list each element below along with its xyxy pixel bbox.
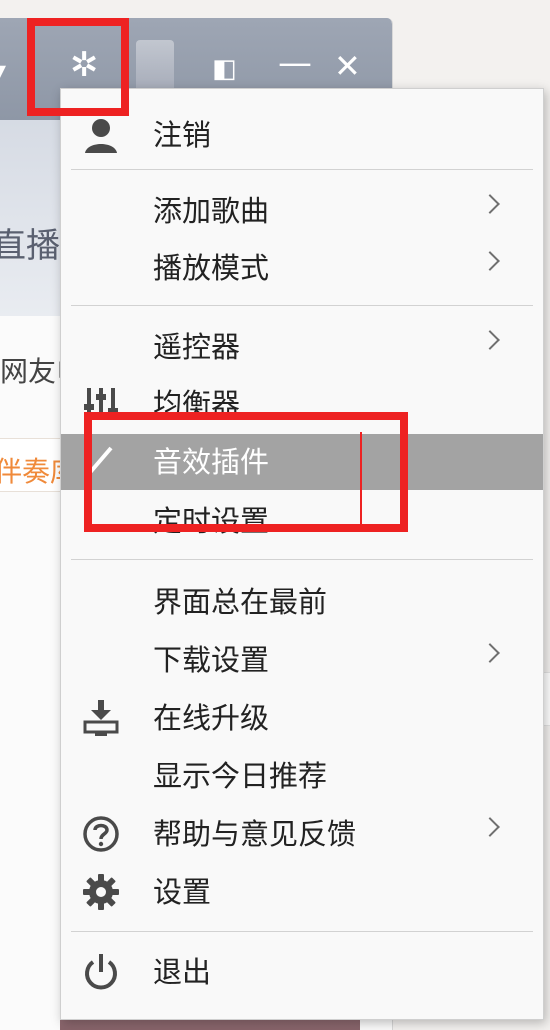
menu-item-logout[interactable]: 注销: [61, 107, 543, 163]
menu-item-always-on-top[interactable]: 界面总在最前: [61, 574, 543, 630]
menu-item-equalizer[interactable]: 均衡器: [61, 376, 543, 432]
partial-titlebar-icon[interactable]: ▾: [0, 58, 6, 82]
equalizer-icon: [81, 384, 121, 424]
menu-item-label: 音效插件: [153, 445, 270, 479]
logout-user-icon: [81, 115, 121, 155]
menu-item-label: 帮助与意见反馈: [153, 817, 357, 851]
plugin-check-icon: [81, 442, 121, 482]
menu-item-label: 下载设置: [153, 643, 270, 677]
menu-separator: [71, 305, 533, 306]
mini-player-icon[interactable]: [136, 40, 174, 92]
menu-item-settings[interactable]: 设置: [61, 864, 543, 920]
menu-item-label: 均衡器: [153, 387, 241, 421]
menu-item-label: 界面总在最前: [153, 585, 328, 619]
chevron-right-icon: [480, 817, 500, 837]
gear-icon[interactable]: ✲: [70, 48, 99, 82]
menu-separator: [71, 559, 533, 560]
menu-item-label: 显示今日推荐: [153, 759, 328, 793]
menu-item-label: 在线升级: [153, 701, 270, 735]
menu-item-label: 注销: [153, 118, 212, 152]
menu-item-sound-effects-plugin[interactable]: 音效插件: [61, 434, 543, 490]
minimize-icon[interactable]: —: [278, 46, 312, 80]
live-tab-label[interactable]: 直播: [0, 218, 60, 267]
menu-item-label: 设置: [153, 875, 212, 909]
chevron-right-icon: [480, 330, 500, 350]
dock-icon[interactable]: ◧: [212, 56, 237, 82]
menu-item-download-settings[interactable]: 下载设置: [61, 632, 543, 688]
menu-item-label: 遥控器: [153, 330, 241, 364]
menu-item-label: 定时设置: [153, 504, 270, 538]
menu-item-exit[interactable]: 退出: [61, 944, 543, 1000]
chevron-right-icon: [480, 251, 500, 271]
menu-item-add-songs[interactable]: 添加歌曲: [61, 183, 543, 239]
menu-separator: [71, 169, 533, 170]
settings-menu: 注销 添加歌曲 播放模式 遥控器 均衡器 音效插件 定时设置 界面总在最前 下载…: [60, 88, 544, 1020]
close-icon[interactable]: ✕: [334, 50, 361, 82]
menu-item-online-upgrade[interactable]: 在线升级: [61, 690, 543, 746]
menu-item-label: 退出: [153, 955, 212, 989]
help-icon: [81, 814, 121, 854]
menu-item-label: 播放模式: [153, 251, 270, 285]
power-icon: [81, 952, 121, 992]
annotation-line: [360, 432, 362, 524]
chevron-right-icon: [480, 643, 500, 663]
menu-item-play-mode[interactable]: 播放模式: [61, 240, 543, 296]
gear-icon: [81, 872, 121, 912]
menu-separator: [71, 931, 533, 932]
menu-item-help-feedback[interactable]: 帮助与意见反馈: [61, 806, 543, 862]
menu-item-timer-settings[interactable]: 定时设置: [61, 493, 543, 549]
menu-item-remote-control[interactable]: 遥控器: [61, 319, 543, 375]
upgrade-icon: [81, 698, 121, 738]
menu-item-label: 添加歌曲: [153, 194, 270, 228]
chevron-right-icon: [480, 194, 500, 214]
menu-item-show-daily-recommend[interactable]: 显示今日推荐: [61, 748, 543, 804]
